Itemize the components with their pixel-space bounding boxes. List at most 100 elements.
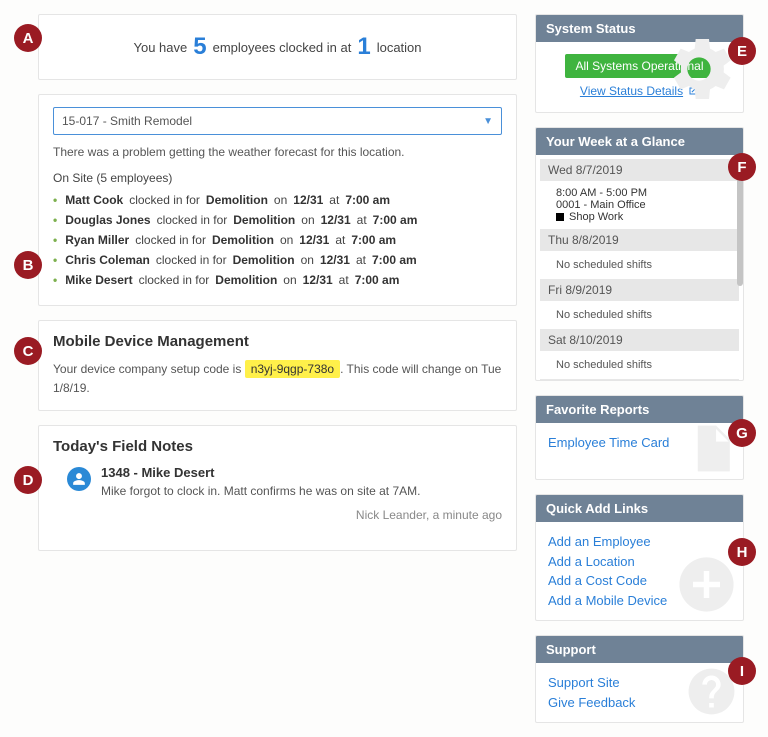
week-day-header: Wed 8/7/2019 — [540, 159, 739, 181]
summary-pre: You have — [133, 40, 187, 55]
support-link[interactable]: Give Feedback — [548, 693, 731, 713]
annotation-badge-c: C — [14, 337, 42, 365]
annotation-badge-f: F — [728, 153, 756, 181]
employee-time: 7:00 am — [355, 273, 400, 287]
employee-verb: clocked in for — [135, 233, 206, 247]
employee-verb: clocked in for — [157, 213, 228, 227]
employee-verb: clocked in for — [129, 193, 200, 207]
summary-employee-count: 5 — [193, 33, 206, 61]
employee-name: Mike Desert — [65, 273, 132, 287]
annotation-badge-b: B — [14, 251, 42, 279]
employee-name: Chris Coleman — [65, 253, 150, 267]
clocked-in-summary: You have 5 employees clocked in at 1 loc… — [38, 14, 517, 80]
week-day-none: No scheduled shifts — [540, 351, 739, 379]
status-details-link[interactable]: View Status Details — [548, 84, 731, 98]
week-day-none: No scheduled shifts — [540, 251, 739, 279]
chevron-down-icon: ▼ — [483, 116, 493, 127]
quick-add-link[interactable]: Add a Cost Code — [548, 571, 731, 591]
employee-time: 7:00 am — [373, 213, 418, 227]
employee-task: Demolition — [233, 253, 295, 267]
support-links: Support SiteGive Feedback — [536, 663, 743, 722]
employee-verb: clocked in for — [139, 273, 210, 287]
week-glance-title: Your Week at a Glance — [536, 128, 743, 155]
system-status-title: System Status — [536, 15, 743, 42]
job-select-value: 15-017 - Smith Remodel — [62, 114, 192, 128]
employee-row: Mike Desert clocked in for Demolition on… — [53, 273, 502, 287]
employee-list: Matt Cook clocked in for Demolition on 1… — [53, 193, 502, 287]
employee-date: 12/31 — [303, 273, 333, 287]
week-day-header: Thu 8/8/2019 — [540, 229, 739, 251]
mdm-code: n3yj-9qgp-738o — [245, 360, 340, 378]
week-day-shift: 8:00 AM - 5:00 PM0001 - Main OfficeShop … — [540, 181, 739, 229]
employee-row: Matt Cook clocked in for Demolition on 1… — [53, 193, 502, 207]
employee-time: 7:00 am — [345, 193, 390, 207]
square-icon — [556, 213, 564, 221]
week-day-list: Wed 8/7/20198:00 AM - 5:00 PM0001 - Main… — [540, 159, 739, 380]
note-body-text: Mike forgot to clock in. Matt confirms h… — [101, 484, 502, 498]
week-day-header: Sat 8/10/2019 — [540, 329, 739, 351]
employee-date: 12/31 — [320, 253, 350, 267]
support-panel: Support Support SiteGive Feedback — [535, 635, 744, 723]
shift-location: 0001 - Main Office — [556, 199, 723, 211]
mdm-card: Mobile Device Management Your device com… — [38, 320, 517, 411]
field-notes-title: Today's Field Notes — [53, 438, 502, 455]
employee-task: Demolition — [206, 193, 268, 207]
employee-row: Douglas Jones clocked in for Demolition … — [53, 213, 502, 227]
favorite-report-link[interactable]: Employee Time Card — [548, 433, 731, 453]
annotation-badge-i: I — [728, 657, 756, 685]
summary-post: location — [377, 40, 422, 55]
quick-add-link[interactable]: Add a Mobile Device — [548, 591, 731, 611]
employee-date: 12/31 — [299, 233, 329, 247]
avatar-icon — [67, 467, 91, 491]
employee-name: Matt Cook — [65, 193, 123, 207]
employee-task: Demolition — [212, 233, 274, 247]
note-meta: Nick Leander, a minute ago — [101, 508, 502, 522]
employee-name: Douglas Jones — [65, 213, 150, 227]
favorite-reports-panel: Favorite Reports Employee Time Card — [535, 395, 744, 480]
week-glance-panel: Your Week at a Glance Wed 8/7/20198:00 A… — [535, 127, 744, 381]
external-link-icon — [687, 85, 699, 97]
annotation-badge-h: H — [728, 538, 756, 566]
quick-add-link[interactable]: Add a Location — [548, 552, 731, 572]
job-select[interactable]: 15-017 - Smith Remodel ▼ — [53, 107, 502, 135]
shift-time: 8:00 AM - 5:00 PM — [556, 187, 723, 199]
quick-add-link[interactable]: Add an Employee — [548, 532, 731, 552]
quick-add-links: Add an EmployeeAdd a LocationAdd a Cost … — [536, 522, 743, 620]
roster-card: 15-017 - Smith Remodel ▼ There was a pro… — [38, 94, 517, 306]
field-notes-card: Today's Field Notes 1348 - Mike Desert M… — [38, 425, 517, 551]
employee-verb: clocked in for — [156, 253, 227, 267]
employee-time: 7:00 am — [372, 253, 417, 267]
status-details-label: View Status Details — [580, 84, 683, 98]
annotation-badge-e: E — [728, 37, 756, 65]
annotation-badge-g: G — [728, 419, 756, 447]
support-link[interactable]: Support Site — [548, 673, 731, 693]
employee-task: Demolition — [215, 273, 277, 287]
employee-row: Chris Coleman clocked in for Demolition … — [53, 253, 502, 267]
quick-add-panel: Quick Add Links Add an EmployeeAdd a Loc… — [535, 494, 744, 621]
week-day-none: No scheduled shifts — [540, 301, 739, 329]
mdm-title: Mobile Device Management — [53, 333, 502, 350]
favorite-reports-links: Employee Time Card — [536, 423, 743, 479]
employee-task: Demolition — [233, 213, 295, 227]
shift-type: Shop Work — [556, 211, 723, 223]
system-status-panel: System Status All Systems Operational Vi… — [535, 14, 744, 113]
summary-location-count: 1 — [357, 33, 370, 61]
week-day-header: Sun 8/11/2019 — [540, 379, 739, 380]
employee-time: 7:00 am — [351, 233, 396, 247]
employee-date: 12/31 — [293, 193, 323, 207]
support-title: Support — [536, 636, 743, 663]
employee-date: 12/31 — [321, 213, 351, 227]
favorite-reports-title: Favorite Reports — [536, 396, 743, 423]
system-status-button[interactable]: All Systems Operational — [565, 54, 713, 78]
weather-error-text: There was a problem getting the weather … — [53, 145, 502, 159]
note-title: 1348 - Mike Desert — [101, 465, 502, 480]
summary-mid: employees clocked in at — [213, 40, 352, 55]
mdm-pre: Your device company setup code is — [53, 362, 241, 376]
onsite-heading: On Site (5 employees) — [53, 171, 502, 185]
week-day-header: Fri 8/9/2019 — [540, 279, 739, 301]
employee-row: Ryan Miller clocked in for Demolition on… — [53, 233, 502, 247]
employee-name: Ryan Miller — [65, 233, 129, 247]
annotation-badge-d: D — [14, 466, 42, 494]
mdm-text: Your device company setup code is n3yj-9… — [53, 360, 502, 398]
quick-add-title: Quick Add Links — [536, 495, 743, 522]
